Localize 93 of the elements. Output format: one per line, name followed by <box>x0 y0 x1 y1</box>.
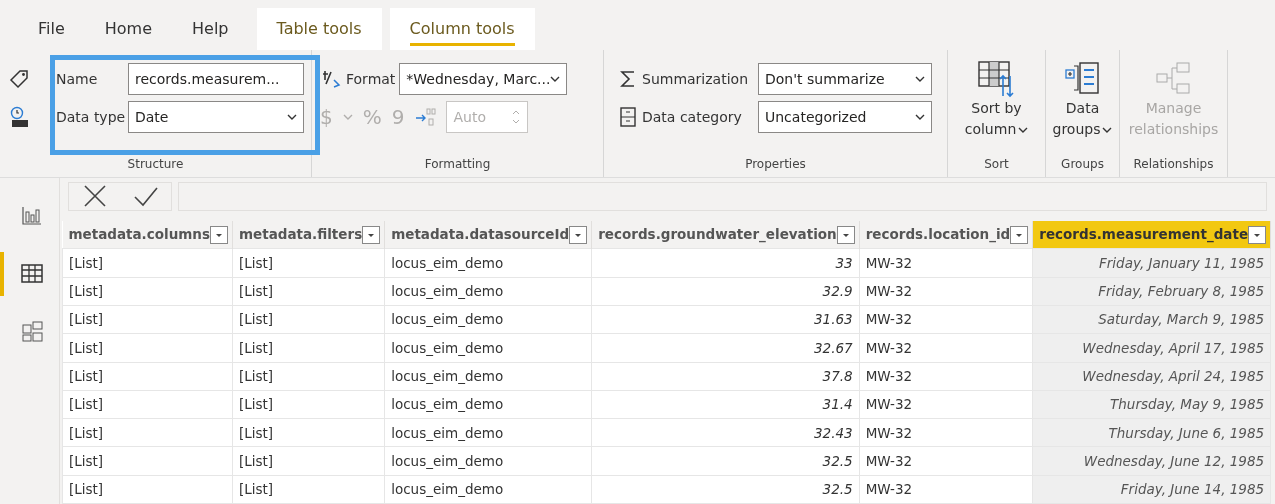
table-cell: MW-32 <box>859 390 1033 419</box>
ribbon-tab[interactable]: Help <box>172 8 249 50</box>
table-cell: Wednesday, April 17, 1985 <box>1032 333 1271 362</box>
data-type-dropdown[interactable]: Date <box>128 101 304 133</box>
table-cell: [List] <box>232 277 385 306</box>
table-cell: [List] <box>62 305 233 334</box>
table-cell: MW-32 <box>859 362 1033 391</box>
chevron-down-icon <box>287 114 297 120</box>
table-cell: Thursday, June 6, 1985 <box>1032 418 1271 447</box>
table-cell: locus_eim_demo <box>384 446 592 476</box>
table-cell: Thursday, May 9, 1985 <box>1032 390 1271 419</box>
table-cell: 37.8 <box>591 362 860 391</box>
table-cell: locus_eim_demo <box>384 390 592 419</box>
bar-chart-icon <box>19 204 44 228</box>
data-category-dropdown[interactable]: Uncategorized <box>758 101 932 133</box>
table-cell: [List] <box>62 418 233 447</box>
decimal-places-icon <box>414 106 437 128</box>
table-cell: 32.5 <box>591 446 860 476</box>
field-label: Data type <box>56 107 124 127</box>
group-label: Structure <box>126 156 185 173</box>
table-cell: MW-32 <box>859 446 1033 476</box>
table-cell: Friday, February 8, 1985 <box>1032 277 1271 306</box>
table-cell: [List] <box>232 305 385 334</box>
sort-by-column-button[interactable]: Sort by column <box>958 56 1035 155</box>
name-field[interactable]: records.measurem... <box>128 63 304 95</box>
chevron-down-icon <box>550 76 561 82</box>
field-label: Format <box>346 69 396 89</box>
spinner-icon <box>511 108 522 126</box>
table-cell: [List] <box>232 362 385 391</box>
table-cell: MW-32 <box>859 333 1033 362</box>
table-cell: MW-32 <box>859 248 1033 278</box>
ribbon-tab[interactable]: File <box>18 8 85 50</box>
chevron-down-icon <box>1102 126 1113 133</box>
chevron-down-icon <box>1018 126 1029 133</box>
table-cell: [List] <box>232 248 385 278</box>
chevron-down-icon <box>915 76 925 82</box>
ribbon-tab[interactable]: Table tools <box>256 8 382 50</box>
group-label: Sort <box>983 156 1010 173</box>
group-label: Groups <box>1060 156 1105 173</box>
clock-number-icon <box>8 106 30 128</box>
table-cell: Wednesday, April 24, 1985 <box>1032 362 1271 391</box>
cabinet-icon <box>618 106 638 128</box>
table-cell: [List] <box>62 277 233 306</box>
table-cell: MW-32 <box>859 475 1033 504</box>
diagram-icon <box>19 320 44 344</box>
table-cell: [List] <box>62 475 233 504</box>
chevron-down-icon <box>342 114 353 120</box>
table-cell: [List] <box>62 390 233 419</box>
table-cell: [List] <box>232 333 385 362</box>
ribbon-tab[interactable]: Column tools <box>389 8 535 50</box>
data-groups-button[interactable]: Data groups <box>1046 56 1119 155</box>
table-cell: [List] <box>232 418 385 447</box>
table-sort-icon <box>977 60 1016 98</box>
table-cell: MW-32 <box>859 418 1033 447</box>
field-label: Data category <box>642 107 743 127</box>
table-cell: Saturday, March 9, 1985 <box>1032 305 1271 334</box>
table-cell: [List] <box>232 446 385 476</box>
table-cell: [List] <box>62 362 233 391</box>
table-cell: [List] <box>232 475 385 504</box>
table-cell: 31.63 <box>591 305 860 334</box>
table-cell: [List] <box>62 248 233 278</box>
table-cell: locus_eim_demo <box>384 362 592 391</box>
table-cell: 32.5 <box>591 475 860 504</box>
group-label: Properties <box>744 156 807 173</box>
table-cell: locus_eim_demo <box>384 305 592 334</box>
table-cell: 32.67 <box>591 333 860 362</box>
table-cell: [List] <box>232 390 385 419</box>
group-label: Relationships <box>1132 156 1215 173</box>
table-cell: [List] <box>62 333 233 362</box>
table-cell: locus_eim_demo <box>384 248 592 278</box>
table-cell: 32.9 <box>591 277 860 306</box>
table-cell: Friday, June 14, 1985 <box>1032 475 1271 504</box>
field-label: Name <box>56 69 99 89</box>
table-cell: 31.4 <box>591 390 860 419</box>
table-cell: 33 <box>591 248 860 278</box>
table-cell: locus_eim_demo <box>384 475 592 504</box>
table-cell: MW-32 <box>859 305 1033 334</box>
field-label: Summarization <box>642 69 749 89</box>
table-cell: [List] <box>62 446 233 476</box>
table-cell: locus_eim_demo <box>384 418 592 447</box>
summarization-dropdown[interactable]: Don't summarize <box>758 63 932 95</box>
chevron-down-icon <box>915 114 925 120</box>
currency-format-icon <box>320 68 342 90</box>
ribbon-tab[interactable]: Home <box>84 8 173 50</box>
tag-icon <box>8 68 30 90</box>
group-label: Formatting <box>423 156 492 173</box>
table-cell: locus_eim_demo <box>384 333 592 362</box>
table-icon <box>19 262 44 286</box>
table-cell: Wednesday, June 12, 1985 <box>1032 446 1271 476</box>
table-cell: locus_eim_demo <box>384 277 592 306</box>
table-cell: Friday, January 11, 1985 <box>1032 248 1271 278</box>
table-cell: MW-32 <box>859 277 1033 306</box>
table-cell: 32.43 <box>591 418 860 447</box>
